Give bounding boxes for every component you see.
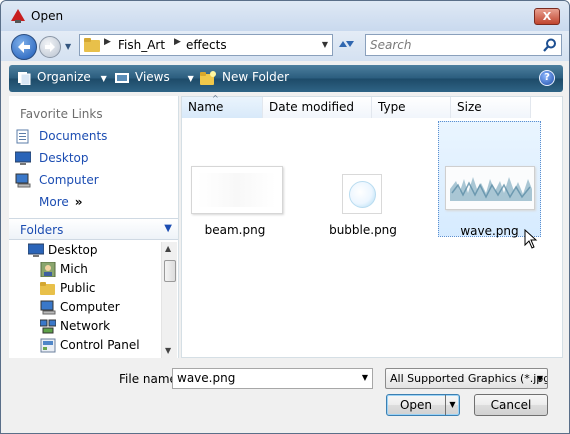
- column-header-name[interactable]: ^ Name: [182, 94, 263, 118]
- search-icon[interactable]: [543, 38, 557, 52]
- open-options-dropdown-icon[interactable]: ▼: [445, 395, 459, 415]
- more-link: More »: [39, 195, 83, 209]
- scroll-down-icon[interactable]: ▼: [165, 346, 171, 355]
- help-icon[interactable]: ?: [539, 70, 555, 86]
- views-button[interactable]: Views ▼: [115, 70, 194, 88]
- folders-scrollbar[interactable]: ▲ ▼: [161, 242, 177, 358]
- desktop-icon: [28, 243, 44, 257]
- file-name-label: bubble.png: [329, 223, 397, 237]
- computer-icon: [15, 173, 31, 188]
- open-dialog: Open X ▼ ▶ Fish_Art ▶ effects ▼ Search O…: [0, 0, 570, 434]
- favorite-link-label: Desktop: [39, 151, 89, 165]
- open-button-label: Open: [399, 398, 433, 412]
- tree-item-label: Mich: [60, 262, 88, 276]
- folders-header[interactable]: Folders ▼: [9, 218, 178, 240]
- address-bar[interactable]: ▶ Fish_Art ▶ effects ▼: [79, 34, 333, 56]
- views-icon: [115, 72, 129, 83]
- refresh-button[interactable]: [337, 37, 357, 55]
- breadcrumb-separator-icon[interactable]: ▶: [104, 37, 111, 47]
- new-folder-icon: [200, 70, 216, 85]
- more-label: More: [39, 195, 69, 209]
- forward-arrow-icon: [45, 42, 55, 52]
- breadcrumb-item[interactable]: effects: [186, 38, 227, 52]
- favorite-link-label: Computer: [39, 173, 99, 187]
- refresh-icon: [339, 41, 354, 47]
- back-button[interactable]: [11, 34, 37, 60]
- file-type-value: All Supported Graphics (*.jpg;: [390, 372, 548, 385]
- computer-icon: [40, 300, 56, 315]
- navigation-pane: Favorite Links Documents Desktop Compute…: [9, 96, 179, 358]
- cancel-button[interactable]: Cancel: [474, 394, 548, 416]
- scroll-thumb[interactable]: [164, 260, 176, 282]
- back-arrow-icon: [18, 41, 30, 53]
- tree-item-label: Control Panel: [60, 338, 140, 352]
- network-icon: [40, 319, 56, 334]
- tree-item-label: Desktop: [48, 243, 98, 257]
- file-name-label: beam.png: [204, 223, 266, 237]
- close-button[interactable]: X: [534, 8, 560, 25]
- new-folder-button[interactable]: New Folder: [200, 70, 289, 88]
- file-type-select[interactable]: All Supported Graphics (*.jpg; ▼: [385, 368, 548, 389]
- column-header-size[interactable]: Size: [451, 97, 531, 118]
- organize-dropdown-icon: ▼: [100, 74, 107, 83]
- address-dropdown-icon[interactable]: ▼: [322, 40, 328, 49]
- folder-icon: [40, 282, 55, 295]
- bubble-image: [349, 181, 376, 208]
- breadcrumb-item[interactable]: Fish_Art: [118, 38, 165, 52]
- documents-icon: [16, 129, 29, 144]
- new-folder-label: New Folder: [222, 70, 290, 84]
- filename-field[interactable]: wave.png ▼: [172, 368, 373, 389]
- control-panel-icon: [40, 338, 56, 353]
- tree-item-label: Network: [60, 319, 111, 333]
- window-title: Open: [31, 9, 64, 23]
- organize-icon: [18, 71, 31, 85]
- chevron-down-icon: ▼: [164, 223, 172, 234]
- navigation-bar: ▼ ▶ Fish_Art ▶ effects ▼ Search: [1, 31, 569, 61]
- beam-thumbnail: [191, 166, 283, 214]
- favorite-links-title: Favorite Links: [20, 107, 103, 121]
- cancel-button-label: Cancel: [490, 398, 532, 412]
- column-header-label: Date modified: [269, 100, 355, 114]
- wave-thumbnail: [445, 166, 535, 210]
- forward-button[interactable]: [39, 36, 61, 58]
- user-icon: [40, 262, 56, 277]
- organize-label: Organize: [37, 70, 91, 84]
- wave-image: [446, 167, 534, 209]
- folders-title: Folders: [20, 223, 64, 237]
- cursor-arrow-icon: [524, 229, 538, 249]
- sort-ascending-icon: ^: [212, 94, 219, 103]
- search-placeholder: Search: [370, 38, 412, 52]
- tree-item-label: Computer: [60, 300, 120, 314]
- views-dropdown-icon: ▼: [187, 74, 194, 83]
- column-header-date[interactable]: Date modified: [263, 97, 372, 118]
- bubble-thumbnail: [342, 174, 382, 214]
- column-header-label: Size: [457, 100, 482, 114]
- more-icon: »: [74, 195, 83, 209]
- filename-dropdown-icon[interactable]: ▼: [362, 373, 368, 382]
- scroll-up-icon[interactable]: ▲: [165, 244, 171, 253]
- column-header-type[interactable]: Type: [372, 97, 451, 118]
- search-input[interactable]: Search: [365, 34, 562, 56]
- folder-icon: [84, 38, 100, 52]
- column-header-label: Type: [378, 100, 406, 114]
- dialog-footer: File name: wave.png ▼ All Supported Grap…: [1, 361, 569, 433]
- views-label: Views: [135, 70, 170, 84]
- beam-image: [198, 173, 276, 207]
- filename-value: wave.png: [177, 371, 236, 385]
- organize-button[interactable]: Organize ▼: [17, 70, 107, 88]
- title-bar[interactable]: Open X: [1, 1, 569, 31]
- tree-item-label: Public: [60, 281, 96, 295]
- breadcrumb-separator-icon[interactable]: ▶: [174, 37, 181, 47]
- file-item-beam[interactable]: beam.png: [184, 124, 286, 237]
- open-button[interactable]: Open ▼: [386, 394, 460, 416]
- desktop-icon: [15, 151, 31, 165]
- history-dropdown-icon[interactable]: ▼: [65, 42, 75, 52]
- command-toolbar: Organize ▼ Views ▼ New Folder ?: [9, 65, 563, 92]
- app-icon: [11, 9, 25, 23]
- file-type-dropdown-icon: ▼: [536, 374, 543, 383]
- file-item-wave[interactable]: wave.png: [438, 121, 541, 238]
- favorite-link-label: Documents: [39, 129, 108, 143]
- file-item-bubble[interactable]: bubble.png: [312, 124, 414, 237]
- file-list-pane: ^ Name Date modified Type Size beam.png …: [181, 94, 563, 358]
